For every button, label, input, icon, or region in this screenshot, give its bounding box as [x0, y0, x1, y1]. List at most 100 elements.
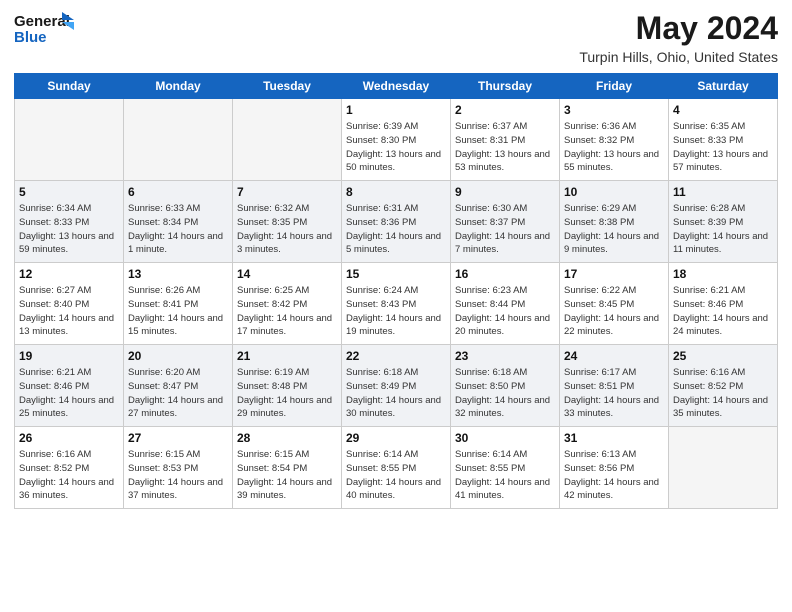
calendar-cell: 13 Sunrise: 6:26 AMSunset: 8:41 PMDayligh…	[124, 263, 233, 345]
calendar-cell: 5Sunrise: 6:34 AMSunset: 8:33 PMDaylight…	[15, 181, 124, 263]
calendar-cell	[124, 99, 233, 181]
day-info: Sunrise: 6:16 AMSunset: 8:52 PMDaylight:…	[673, 366, 773, 421]
calendar-cell	[15, 99, 124, 181]
day-info: Sunrise: 6:18 AMSunset: 8:50 PMDaylight:…	[455, 366, 555, 421]
day-info: Sunrise: 6:39 AMSunset: 8:30 PMDaylight:…	[346, 120, 446, 175]
day-number: 19	[19, 349, 119, 363]
calendar-cell	[669, 427, 778, 509]
subtitle: Turpin Hills, Ohio, United States	[579, 49, 778, 65]
day-info: Sunrise: 6:32 AMSunset: 8:35 PMDaylight:…	[237, 202, 337, 257]
calendar-cell: 20Sunrise: 6:20 AMSunset: 8:47 PMDayligh…	[124, 345, 233, 427]
calendar-cell: 15Sunrise: 6:24 AMSunset: 8:43 PMDayligh…	[342, 263, 451, 345]
day-info: Sunrise: 6:28 AMSunset: 8:39 PMDaylight:…	[673, 202, 773, 257]
day-info: Sunrise: 6:21 AMSunset: 8:46 PMDaylight:…	[673, 284, 773, 339]
calendar-cell: 26 Sunrise: 6:16 AMSunset: 8:52 PMDayligh…	[15, 427, 124, 509]
calendar-week-row: 1 Sunrise: 6:39 AMSunset: 8:30 PMDaylight…	[15, 99, 778, 181]
day-info: Sunrise: 6:36 AMSunset: 8:32 PMDaylight:…	[564, 120, 664, 175]
day-number: 28	[237, 431, 337, 445]
calendar-cell: 18 Sunrise: 6:21 AMSunset: 8:46 PMDayligh…	[669, 263, 778, 345]
day-info: Sunrise: 6:25 AMSunset: 8:42 PMDaylight:…	[237, 284, 337, 339]
day-number: 27	[128, 431, 228, 445]
day-info: Sunrise: 6:31 AMSunset: 8:36 PMDaylight:…	[346, 202, 446, 257]
day-number: 4	[673, 103, 773, 117]
day-number: 31	[564, 431, 664, 445]
calendar-cell: 8 Sunrise: 6:31 AMSunset: 8:36 PMDaylight…	[342, 181, 451, 263]
calendar-cell: 30 Sunrise: 6:14 AMSunset: 8:55 PMDayligh…	[451, 427, 560, 509]
col-header-sunday: Sunday	[15, 74, 124, 99]
day-number: 8	[346, 185, 446, 199]
day-number: 7	[237, 185, 337, 199]
day-number: 14	[237, 267, 337, 281]
day-number: 30	[455, 431, 555, 445]
col-header-monday: Monday	[124, 74, 233, 99]
day-info: Sunrise: 6:14 AMSunset: 8:55 PMDaylight:…	[346, 448, 446, 503]
calendar-cell: 7 Sunrise: 6:32 AMSunset: 8:35 PMDaylight…	[233, 181, 342, 263]
day-number: 18	[673, 267, 773, 281]
calendar-cell: 24Sunrise: 6:17 AMSunset: 8:51 PMDayligh…	[560, 345, 669, 427]
day-info: Sunrise: 6:29 AMSunset: 8:38 PMDaylight:…	[564, 202, 664, 257]
day-number: 12	[19, 267, 119, 281]
col-header-saturday: Saturday	[669, 74, 778, 99]
calendar-cell: 1 Sunrise: 6:39 AMSunset: 8:30 PMDaylight…	[342, 99, 451, 181]
logo: GeneralBlue	[14, 10, 74, 48]
calendar-cell: 28 Sunrise: 6:15 AMSunset: 8:54 PMDayligh…	[233, 427, 342, 509]
day-number: 25	[673, 349, 773, 363]
day-number: 16	[455, 267, 555, 281]
day-number: 9	[455, 185, 555, 199]
day-info: Sunrise: 6:27 AMSunset: 8:40 PMDaylight:…	[19, 284, 119, 339]
col-header-friday: Friday	[560, 74, 669, 99]
calendar-cell: 14 Sunrise: 6:25 AMSunset: 8:42 PMDayligh…	[233, 263, 342, 345]
day-number: 21	[237, 349, 337, 363]
svg-text:Blue: Blue	[14, 29, 47, 46]
calendar-cell: 12 Sunrise: 6:27 AMSunset: 8:40 PMDayligh…	[15, 263, 124, 345]
day-info: Sunrise: 6:16 AMSunset: 8:52 PMDaylight:…	[19, 448, 119, 503]
page: GeneralBlue May 2024 Turpin Hills, Ohio,…	[0, 0, 792, 612]
day-info: Sunrise: 6:26 AMSunset: 8:41 PMDaylight:…	[128, 284, 228, 339]
calendar-cell: 22Sunrise: 6:18 AMSunset: 8:49 PMDayligh…	[342, 345, 451, 427]
col-header-tuesday: Tuesday	[233, 74, 342, 99]
calendar-cell: 21 Sunrise: 6:19 AMSunset: 8:48 PMDayligh…	[233, 345, 342, 427]
day-info: Sunrise: 6:22 AMSunset: 8:45 PMDaylight:…	[564, 284, 664, 339]
calendar-cell: 2Sunrise: 6:37 AMSunset: 8:31 PMDaylight…	[451, 99, 560, 181]
day-info: Sunrise: 6:15 AMSunset: 8:54 PMDaylight:…	[237, 448, 337, 503]
main-title: May 2024	[579, 10, 778, 47]
calendar-cell: 27Sunrise: 6:15 AMSunset: 8:53 PMDayligh…	[124, 427, 233, 509]
calendar-week-row: 5Sunrise: 6:34 AMSunset: 8:33 PMDaylight…	[15, 181, 778, 263]
col-header-thursday: Thursday	[451, 74, 560, 99]
day-info: Sunrise: 6:20 AMSunset: 8:47 PMDaylight:…	[128, 366, 228, 421]
header: GeneralBlue May 2024 Turpin Hills, Ohio,…	[14, 10, 778, 65]
day-number: 24	[564, 349, 664, 363]
day-number: 10	[564, 185, 664, 199]
calendar-cell: 11 Sunrise: 6:28 AMSunset: 8:39 PMDayligh…	[669, 181, 778, 263]
calendar-cell: 4Sunrise: 6:35 AMSunset: 8:33 PMDaylight…	[669, 99, 778, 181]
day-info: Sunrise: 6:23 AMSunset: 8:44 PMDaylight:…	[455, 284, 555, 339]
day-number: 5	[19, 185, 119, 199]
col-header-wednesday: Wednesday	[342, 74, 451, 99]
day-number: 26	[19, 431, 119, 445]
day-number: 13	[128, 267, 228, 281]
day-number: 3	[564, 103, 664, 117]
day-info: Sunrise: 6:33 AMSunset: 8:34 PMDaylight:…	[128, 202, 228, 257]
day-number: 29	[346, 431, 446, 445]
day-info: Sunrise: 6:37 AMSunset: 8:31 PMDaylight:…	[455, 120, 555, 175]
day-info: Sunrise: 6:19 AMSunset: 8:48 PMDaylight:…	[237, 366, 337, 421]
title-block: May 2024 Turpin Hills, Ohio, United Stat…	[579, 10, 778, 65]
calendar-cell: 19Sunrise: 6:21 AMSunset: 8:46 PMDayligh…	[15, 345, 124, 427]
calendar-week-row: 26 Sunrise: 6:16 AMSunset: 8:52 PMDayligh…	[15, 427, 778, 509]
day-number: 1	[346, 103, 446, 117]
day-number: 15	[346, 267, 446, 281]
calendar-cell: 9Sunrise: 6:30 AMSunset: 8:37 PMDaylight…	[451, 181, 560, 263]
calendar-cell: 3 Sunrise: 6:36 AMSunset: 8:32 PMDaylight…	[560, 99, 669, 181]
svg-text:General: General	[14, 13, 70, 30]
calendar-cell: 6Sunrise: 6:33 AMSunset: 8:34 PMDaylight…	[124, 181, 233, 263]
calendar-table: SundayMondayTuesdayWednesdayThursdayFrid…	[14, 73, 778, 509]
day-info: Sunrise: 6:13 AMSunset: 8:56 PMDaylight:…	[564, 448, 664, 503]
calendar-cell: 29 Sunrise: 6:14 AMSunset: 8:55 PMDayligh…	[342, 427, 451, 509]
calendar-week-row: 12 Sunrise: 6:27 AMSunset: 8:40 PMDayligh…	[15, 263, 778, 345]
calendar-cell: 16 Sunrise: 6:23 AMSunset: 8:44 PMDayligh…	[451, 263, 560, 345]
calendar-cell: 25 Sunrise: 6:16 AMSunset: 8:52 PMDayligh…	[669, 345, 778, 427]
day-number: 23	[455, 349, 555, 363]
day-number: 11	[673, 185, 773, 199]
day-info: Sunrise: 6:18 AMSunset: 8:49 PMDaylight:…	[346, 366, 446, 421]
day-info: Sunrise: 6:14 AMSunset: 8:55 PMDaylight:…	[455, 448, 555, 503]
